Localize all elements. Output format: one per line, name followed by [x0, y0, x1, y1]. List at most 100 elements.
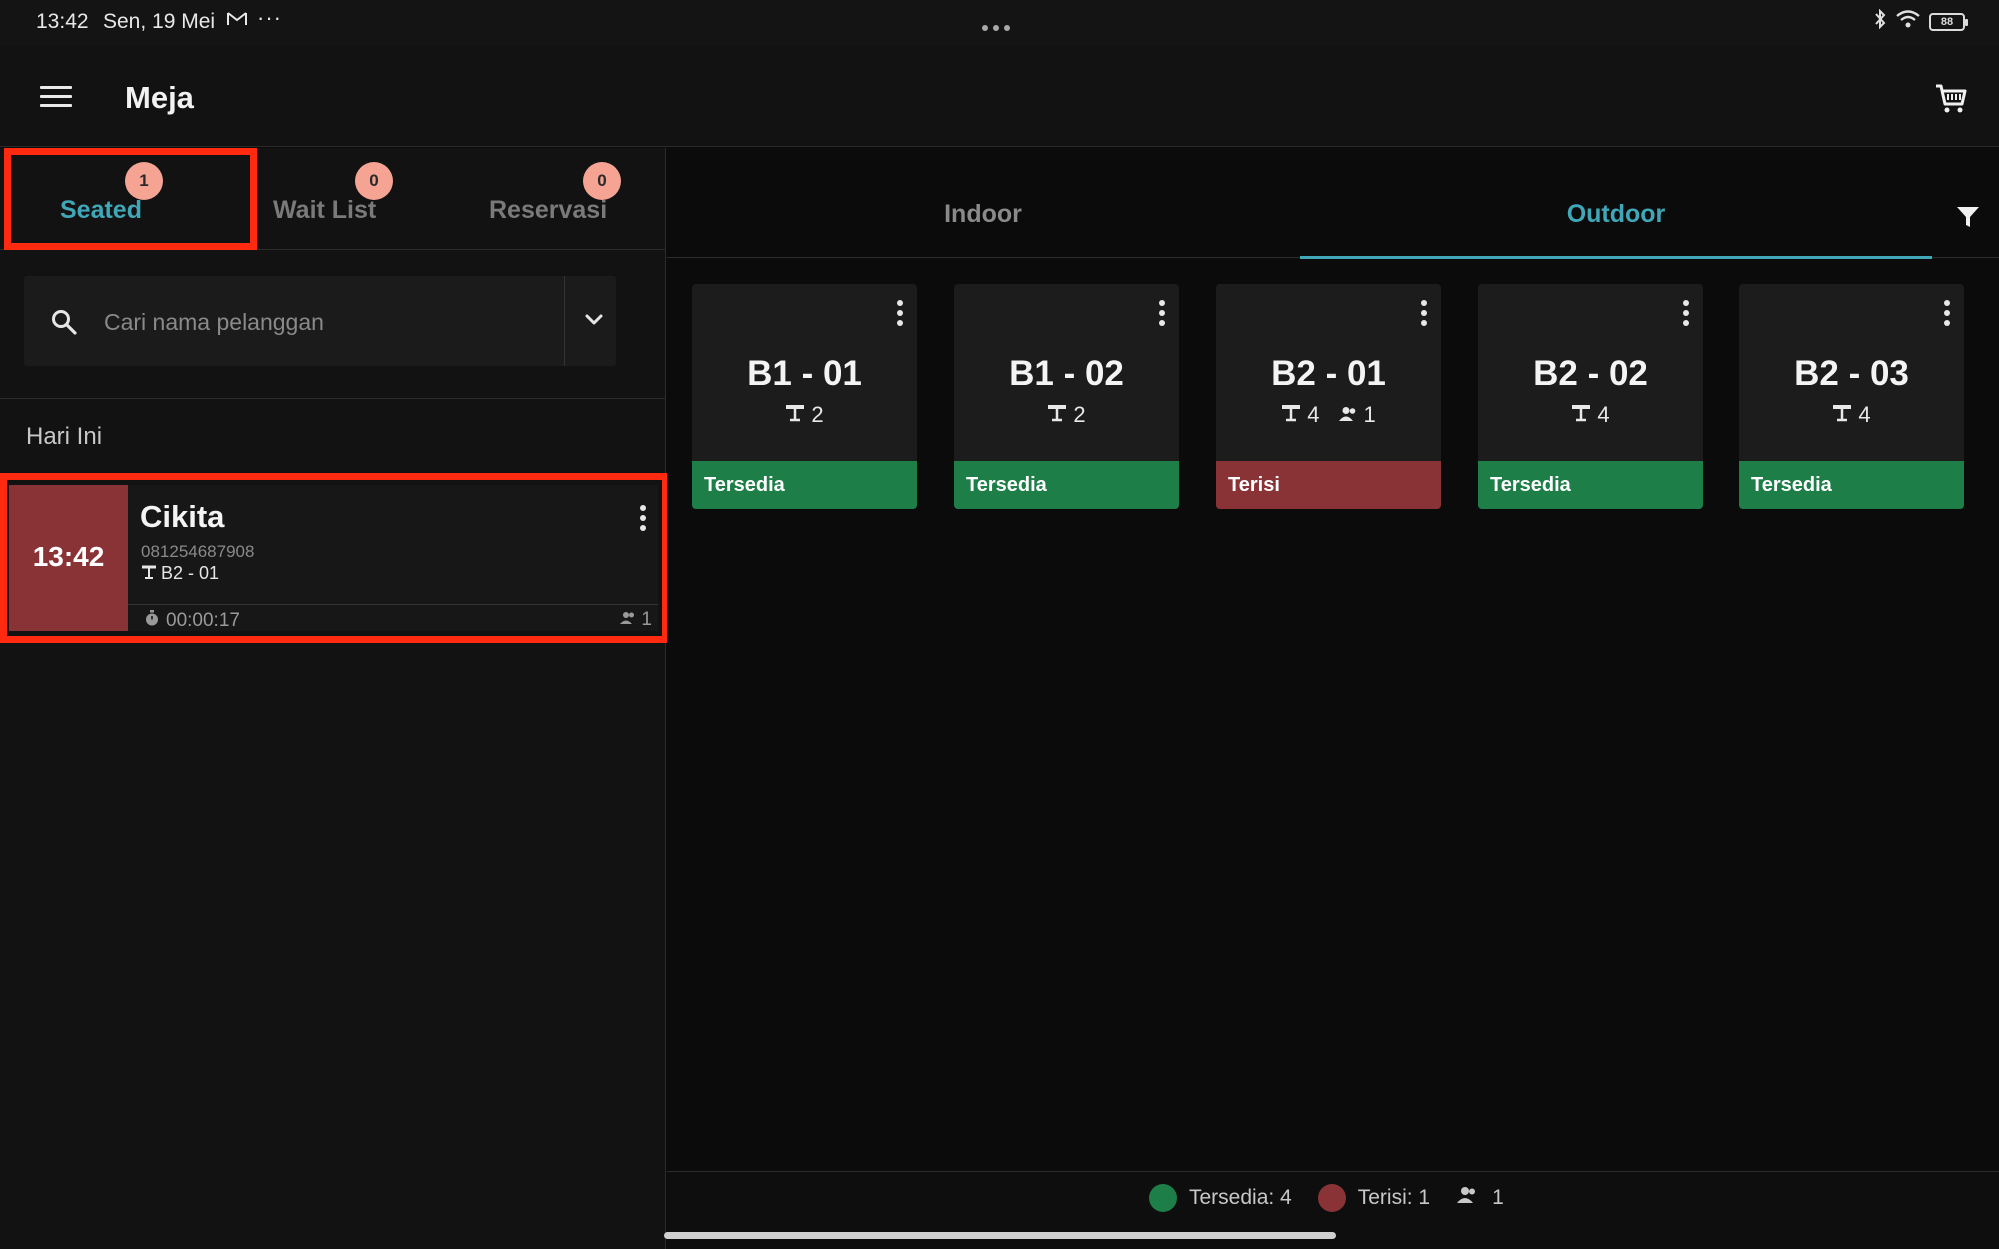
duration-value: 00:00:17: [166, 610, 240, 631]
person-icon: [1456, 1186, 1478, 1210]
divider: [0, 398, 665, 399]
search-input[interactable]: [104, 302, 544, 342]
table-status: Tersedia: [1739, 461, 1964, 509]
legend-guests: 1: [1456, 1186, 1504, 1210]
bluetooth-icon: [1873, 8, 1887, 34]
card-more-icon[interactable]: [638, 505, 648, 535]
table-icon: [785, 402, 805, 428]
table-card[interactable]: B1 - 02 2 Tersedia: [954, 284, 1179, 509]
guest-count: 1: [641, 609, 652, 630]
table-more-icon[interactable]: [1942, 300, 1952, 330]
table-icon: [1047, 402, 1067, 428]
status-bar: 13:42 Sen, 19 Mei ··· 88: [0, 0, 1999, 46]
available-dot-icon: [1149, 1184, 1177, 1212]
legend-occupied: Terisi: 1: [1317, 1184, 1431, 1212]
table-icon: [1571, 402, 1591, 428]
table-seats: 4: [1858, 402, 1871, 427]
table-card[interactable]: B2 - 01 4 1 Terisi: [1216, 284, 1441, 509]
table-meta: 4 1: [1216, 402, 1441, 428]
search-bar: [24, 276, 616, 366]
table-icon: [1832, 402, 1852, 428]
table-more-icon[interactable]: [1419, 300, 1429, 330]
legend-guests-count: 1: [1492, 1186, 1504, 1209]
legend-occupied-label: Terisi: 1: [1357, 1186, 1431, 1209]
left-panel: 1 Seated 0 Wait List 0 Reservasi Hari In…: [0, 148, 669, 1249]
battery-icon: 88: [1929, 12, 1968, 31]
legend: Tersedia: 4 Terisi: 1 1: [1149, 1184, 1530, 1212]
table-meta: 4: [1739, 402, 1964, 428]
multitask-dots-icon[interactable]: [982, 18, 1015, 36]
table-card[interactable]: B2 - 03 4 Tersedia: [1739, 284, 1964, 509]
table-icon: [1281, 402, 1301, 428]
status-right: 88: [1873, 8, 1968, 34]
table-more-icon[interactable]: [1681, 300, 1691, 330]
table-status: Tersedia: [1478, 461, 1703, 509]
table-name: B1 - 01: [747, 354, 862, 393]
guest-tabs: 1 Seated 0 Wait List 0 Reservasi: [0, 148, 665, 250]
app-bar: Meja: [0, 46, 1999, 147]
home-indicator[interactable]: [664, 1232, 1336, 1239]
legend-available-label: Tersedia: 4: [1189, 1186, 1292, 1209]
table-seats: 4: [1307, 402, 1320, 427]
card-guests: 1: [620, 609, 652, 631]
chevron-down-icon[interactable]: [580, 306, 608, 334]
status-time: 13:42: [36, 10, 89, 33]
table-meta: 2: [954, 402, 1179, 428]
stopwatch-icon: [144, 609, 160, 633]
occupied-dot-icon: [1317, 1184, 1346, 1212]
table-seats: 2: [1073, 402, 1086, 427]
table-more-icon[interactable]: [1157, 300, 1167, 330]
hamburger-menu-icon[interactable]: [40, 86, 72, 108]
person-icon: [620, 609, 636, 631]
active-tab-indicator: [1300, 256, 1932, 259]
guest-table-label: B2 - 01: [161, 563, 220, 583]
person-icon: [1338, 402, 1358, 428]
section-label: Hari Ini: [26, 423, 103, 450]
tab-label: Wait List: [273, 196, 377, 224]
tab-reservasi[interactable]: 0 Reservasi: [455, 148, 665, 250]
table-meta: 4: [1478, 402, 1703, 428]
divider: [128, 604, 658, 605]
card-time-box: 13:42: [9, 485, 128, 631]
tab-label: Indoor: [944, 200, 1022, 228]
tab-outdoor[interactable]: Outdoor: [1300, 148, 1932, 259]
tab-badge: 0: [583, 162, 621, 200]
guest-table: B2 - 01: [141, 563, 219, 584]
table-status: Terisi: [1216, 461, 1441, 509]
table-more-icon[interactable]: [895, 300, 905, 330]
table-name: B1 - 02: [1009, 354, 1124, 393]
right-panel: Indoor Outdoor B1 - 01 2 Tersedia B1 - 0…: [667, 148, 1999, 1249]
tab-wait-list[interactable]: 0 Wait List: [255, 148, 455, 250]
cart-icon[interactable]: [1933, 80, 1969, 116]
table-name: B2 - 01: [1271, 354, 1386, 393]
legend-available: Tersedia: 4: [1149, 1184, 1292, 1212]
card-time: 13:42: [32, 541, 105, 572]
card-body: Cikita 081254687908 B2 - 01 00:00:17 1: [128, 485, 658, 631]
wifi-icon: [1895, 9, 1921, 34]
tab-indoor[interactable]: Indoor: [667, 148, 1299, 258]
area-tabs: Indoor Outdoor: [667, 148, 1999, 259]
card-duration: 00:00:17: [144, 609, 240, 633]
tab-label: Reservasi: [489, 196, 608, 224]
table-icon: [141, 563, 157, 584]
table-status: Tersedia: [692, 461, 917, 509]
tab-label: Outdoor: [1566, 200, 1666, 228]
status-more: ···: [257, 5, 282, 30]
table-guests: 1: [1363, 402, 1376, 427]
table-seats: 2: [811, 402, 824, 427]
guest-phone: 081254687908: [141, 542, 255, 561]
table-meta: 2: [692, 402, 917, 428]
table-card[interactable]: B2 - 02 4 Tersedia: [1478, 284, 1703, 509]
table-status: Tersedia: [954, 461, 1179, 509]
table-name: B2 - 03: [1794, 354, 1909, 393]
guest-name: Cikita: [140, 499, 225, 534]
gmail-icon: [226, 10, 248, 34]
status-date: Sen, 19 Mei: [103, 10, 216, 33]
tab-badge: 0: [355, 162, 393, 200]
highlight-box: [4, 148, 257, 250]
seated-guest-card[interactable]: 13:42 Cikita 081254687908 B2 - 01 00:00:…: [0, 473, 669, 643]
filter-icon[interactable]: [1955, 204, 1981, 230]
table-name: B2 - 02: [1533, 354, 1648, 393]
page-title: Meja: [125, 80, 194, 115]
table-card[interactable]: B1 - 01 2 Tersedia: [692, 284, 917, 509]
